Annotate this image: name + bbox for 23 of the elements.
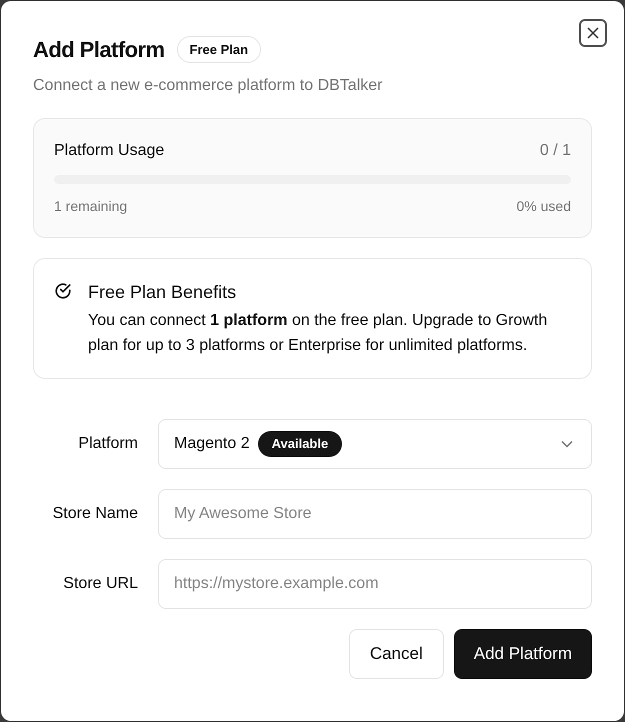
field-label: Store URL (62, 574, 138, 594)
close-icon (586, 26, 600, 40)
close-button[interactable] (579, 19, 607, 47)
usage-count: 0 / 1 (540, 141, 571, 161)
check-circle-icon (54, 282, 72, 300)
field-label: Store Name (52, 504, 138, 524)
benefits-title: Free Plan Benefits (88, 281, 238, 304)
text-input-field[interactable]: https://mystore.example.com (158, 559, 592, 609)
platform-select[interactable]: Magento 2 Available (158, 419, 592, 469)
chevron-down-icon (561, 440, 573, 448)
dialog-subtitle: Connect a new e-commerce platform to DBTalker (33, 76, 384, 96)
used-text: 0% used (516, 197, 571, 216)
status-badge: Available (258, 431, 342, 457)
usage-title: Platform Usage (54, 141, 164, 161)
plan-badge: Free Plan (176, 36, 262, 64)
add-platform-button[interactable]: Add Platform (454, 629, 592, 679)
text-input-field[interactable]: My Awesome Store (158, 489, 592, 539)
cancel-button[interactable]: Cancel (348, 629, 444, 679)
remaining-text: 1 remaining (54, 197, 128, 216)
benefits-text: You can connect 1 platform on the free plan. Upgrade to Growth plan for up to 3 platforms or Enterprise for unlimited platforms. (88, 311, 548, 356)
dialog-title: Add Platform (33, 36, 165, 64)
field-label: Platform (77, 434, 138, 454)
select-value: Magento 2 (174, 434, 250, 454)
